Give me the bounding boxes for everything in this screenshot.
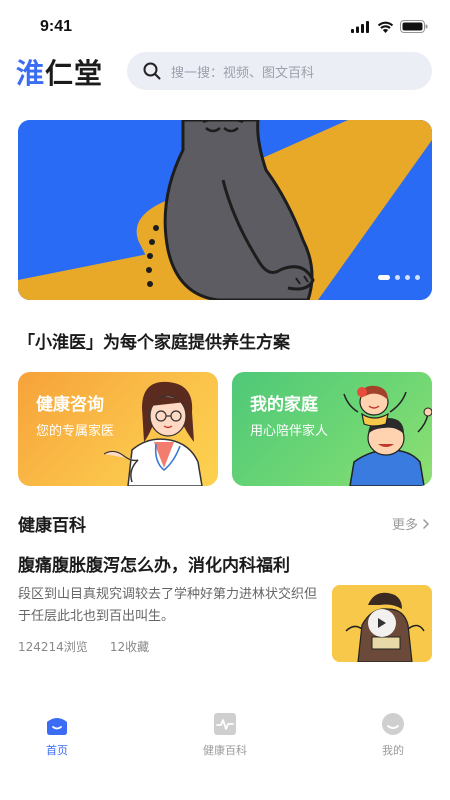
tagline: 「小淮医」为每个家庭提供养生方案: [18, 333, 290, 353]
card-title: 我的家庭: [250, 395, 318, 415]
wifi-icon: [377, 21, 394, 33]
banner-illustration: [18, 120, 432, 300]
banner-carousel[interactable]: [18, 120, 432, 300]
carousel-dot: [395, 275, 400, 280]
profile-icon: [382, 713, 404, 735]
search-placeholder[interactable]: 搜一搜：视频、图文百科: [171, 62, 314, 81]
home-icon: [47, 718, 67, 735]
carousel-dot: [405, 275, 410, 280]
carousel-indicator: [378, 275, 420, 280]
card-title: 健康咨询: [36, 395, 104, 415]
more-label[interactable]: 更多: [392, 514, 418, 533]
more-link[interactable]: 更多: [392, 514, 430, 533]
section-title: 健康百科: [18, 516, 86, 536]
carousel-dot-active: [378, 275, 390, 280]
tab-profile[interactable]: 我的: [348, 712, 438, 758]
article-favorites: 12收藏: [109, 640, 150, 654]
signal-icon: [351, 20, 369, 33]
tab-label[interactable]: 我的: [382, 742, 404, 758]
battery-icon: [400, 20, 428, 33]
pulse-icon: [214, 713, 236, 735]
tab-health-wiki[interactable]: 健康百科: [180, 712, 270, 758]
status-time: 9:41: [40, 18, 73, 35]
carousel-dot: [415, 275, 420, 280]
status-icons: [351, 20, 428, 33]
tab-home[interactable]: 首页: [12, 712, 102, 758]
article-description: 段区到山目真规究调较去了学种好第力进林状交织但于任层此北也到百出叫生。: [18, 587, 318, 624]
play-button[interactable]: [368, 609, 396, 637]
app-logo: 淮仁堂: [16, 57, 104, 90]
article-meta: 124214浏览 12收藏: [18, 638, 149, 655]
status-bar: 9:41: [0, 0, 450, 56]
health-consult-card[interactable]: 健康咨询 您的专属家医: [18, 372, 218, 486]
family-illustration: [343, 385, 432, 486]
play-icon: [378, 618, 386, 628]
tab-label[interactable]: 首页: [46, 742, 68, 758]
article-views: 124214浏览: [18, 640, 88, 654]
doctor-illustration: [103, 381, 203, 486]
search-icon: [143, 62, 161, 80]
chevron-right-icon: [423, 518, 430, 529]
header: 淮仁堂 搜一搜：视频、图文百科: [0, 50, 450, 94]
tab-label[interactable]: 健康百科: [203, 742, 247, 758]
search-bar[interactable]: 搜一搜：视频、图文百科: [127, 52, 432, 90]
card-subtitle: 用心陪伴家人: [250, 424, 329, 439]
article-video-thumbnail[interactable]: [332, 585, 432, 662]
article-title[interactable]: 腹痛腹胀腹泻怎么办，消化内科福利: [18, 551, 290, 576]
my-family-card[interactable]: 我的家庭 用心陪伴家人: [232, 372, 432, 486]
tab-bar: 首页 健康百科 我的: [0, 700, 450, 800]
